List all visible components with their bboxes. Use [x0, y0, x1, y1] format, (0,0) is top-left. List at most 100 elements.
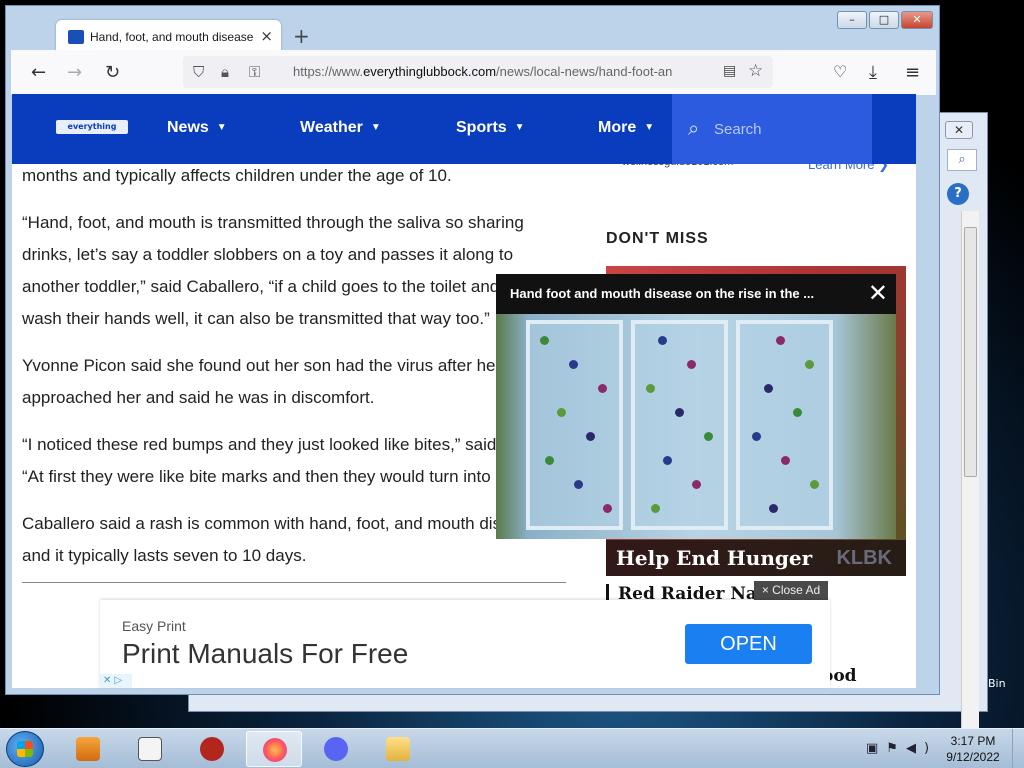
- nav-item-news[interactable]: News ▼: [167, 119, 227, 137]
- climbing-hold: [692, 480, 701, 489]
- taskbar: ▣⚑◀) 3:17 PM 9/12/2022: [0, 728, 1024, 768]
- windows-logo-icon: [17, 741, 33, 757]
- climbing-hold: [704, 432, 713, 441]
- article-paragraph: Yvonne Picon said she found out her son …: [22, 356, 496, 407]
- article-paragraph: “Hand, foot, and mouth is transmitted th…: [22, 213, 559, 328]
- tracking-shield-icon[interactable]: ⛉: [193, 63, 204, 81]
- discord-taskbar-icon[interactable]: [308, 731, 364, 767]
- network-icon[interactable]: ▣: [866, 741, 886, 756]
- file-explorer-taskbar-icon[interactable]: [370, 731, 426, 767]
- flag-notification-icon[interactable]: ⚑: [886, 741, 906, 756]
- promo-caption[interactable]: Help End Hunger KLBK: [606, 540, 906, 576]
- new-tab-button[interactable]: +: [293, 24, 310, 48]
- site-header-nav: everything lubbock News ▼ Weather ▼ Sports…: [12, 94, 916, 164]
- recycle-bin-label[interactable]: Bin: [988, 677, 1006, 690]
- climbing-hold: [764, 384, 773, 393]
- back-arrow-icon[interactable]: ←: [31, 62, 46, 83]
- climbing-hold: [545, 456, 554, 465]
- tab-title: Hand, foot, and mouth disease: [90, 30, 254, 44]
- start-button[interactable]: [6, 731, 44, 767]
- nav-item-more[interactable]: More ▼: [598, 119, 654, 137]
- nav-item-weather[interactable]: Weather ▼: [300, 119, 381, 137]
- climbing-hold: [569, 360, 578, 369]
- video-frame[interactable]: [496, 314, 896, 539]
- show-desktop-button[interactable]: [1012, 729, 1024, 768]
- firefox-taskbar-icon[interactable]: [246, 731, 302, 767]
- url-text[interactable]: https://www.everythinglubbock.com/news/l…: [293, 64, 713, 79]
- menu-icon[interactable]: ≡: [905, 62, 920, 83]
- article-paragraph: months and typically affects children un…: [22, 166, 452, 185]
- ad-brand: Easy Print: [122, 618, 186, 634]
- site-logo[interactable]: everything lubbock: [56, 120, 128, 145]
- clock-date: 9/12/2022: [946, 750, 1000, 764]
- ad-banner[interactable]: Easy Print Print Manuals For Free OPEN ✕…: [100, 600, 830, 688]
- dont-miss-heading: DON'T MISS: [606, 230, 709, 247]
- chevron-down-icon: ▼: [514, 122, 525, 133]
- system-tray[interactable]: ▣⚑◀): [866, 741, 937, 756]
- tab-strip: Hand, foot, and mouth disease × +: [11, 16, 936, 54]
- floating-video-player[interactable]: Hand foot and mouth disease on the rise …: [496, 274, 896, 539]
- taskbar-clock[interactable]: 3:17 PM 9/12/2022: [940, 733, 1006, 765]
- climbing-hold: [557, 408, 566, 417]
- station-watermark: KLBK: [836, 547, 892, 569]
- article-paragraph: Caballero said a rash is common with han…: [22, 514, 538, 565]
- lock-icon[interactable]: 🔒︎: [221, 63, 229, 81]
- video-header: Hand foot and mouth disease on the rise …: [496, 274, 896, 314]
- ad-open-button[interactable]: OPEN: [685, 624, 812, 664]
- reader-view-icon[interactable]: ▤: [723, 63, 736, 79]
- downloads-icon[interactable]: ⤓: [869, 62, 877, 83]
- climbing-hold: [663, 456, 672, 465]
- scrollbar-thumb[interactable]: [964, 227, 977, 477]
- climbing-hold: [769, 504, 778, 513]
- climbing-hold: [586, 432, 595, 441]
- climbing-hold: [776, 336, 785, 345]
- notepad-taskbar-icon[interactable]: [122, 731, 178, 767]
- site-favicon-icon: [68, 30, 84, 44]
- site-search[interactable]: ⌕: [672, 94, 872, 164]
- climbing-hold: [603, 504, 612, 513]
- search-input[interactable]: [714, 118, 854, 140]
- nav-item-sports[interactable]: Sports ▼: [456, 119, 525, 137]
- pocket-icon[interactable]: ♡: [833, 62, 847, 81]
- address-bar[interactable]: ⛉ 🔒︎ ⚿ https://www.everythinglubbock.com…: [183, 56, 773, 88]
- help-icon[interactable]: ?: [947, 183, 969, 205]
- permissions-icon[interactable]: ⚿: [249, 63, 260, 81]
- climbing-wall-panel: [736, 320, 833, 530]
- promo-caption-text: Help End Hunger: [616, 546, 813, 570]
- climbing-hold: [781, 456, 790, 465]
- media-player-taskbar-icon[interactable]: [60, 731, 116, 767]
- forward-arrow-icon[interactable]: →: [67, 62, 82, 83]
- navigation-toolbar: ← → ↻ ⛉ 🔒︎ ⚿ https://www.everythinglubbo…: [11, 50, 936, 95]
- climbing-hold: [540, 336, 549, 345]
- tab-close-icon[interactable]: ×: [260, 27, 273, 45]
- ad-headline: Print Manuals For Free: [122, 638, 409, 669]
- article-body: months and typically affects children un…: [22, 160, 562, 587]
- game-taskbar-icon[interactable]: [184, 731, 240, 767]
- article-paragraph: “I noticed these red bumps and they just…: [22, 435, 549, 486]
- search-icon[interactable]: ⌕: [688, 116, 699, 140]
- climbing-hold: [574, 480, 583, 489]
- climbing-hold: [752, 432, 761, 441]
- climbing-hold: [687, 360, 696, 369]
- bookmark-star-icon[interactable]: ☆: [748, 61, 763, 81]
- climbing-hold: [651, 504, 660, 513]
- video-title: Hand foot and mouth disease on the rise …: [510, 286, 815, 301]
- clock-time: 3:17 PM: [950, 734, 996, 748]
- chevron-down-icon: ▼: [370, 122, 381, 133]
- close-ad-button[interactable]: × Close Ad: [754, 581, 828, 600]
- close-icon[interactable]: ✕: [868, 280, 888, 306]
- climbing-hold: [675, 408, 684, 417]
- climbing-hold: [810, 480, 819, 489]
- climbing-hold: [646, 384, 655, 393]
- reload-icon[interactable]: ↻: [105, 62, 120, 83]
- background-window-scrollbar[interactable]: [961, 211, 979, 763]
- search-icon[interactable]: ⌕: [947, 149, 977, 171]
- tab-active[interactable]: Hand, foot, and mouth disease ×: [56, 20, 281, 54]
- adchoices-icon[interactable]: ✕ ▷: [100, 674, 132, 688]
- climbing-hold: [805, 360, 814, 369]
- background-window-close-button[interactable]: ✕: [945, 121, 973, 139]
- chevron-down-icon: ▼: [644, 122, 655, 133]
- volume-icon[interactable]: ◀): [906, 741, 937, 756]
- climbing-hold: [598, 384, 607, 393]
- climbing-wall-panel: [526, 320, 623, 530]
